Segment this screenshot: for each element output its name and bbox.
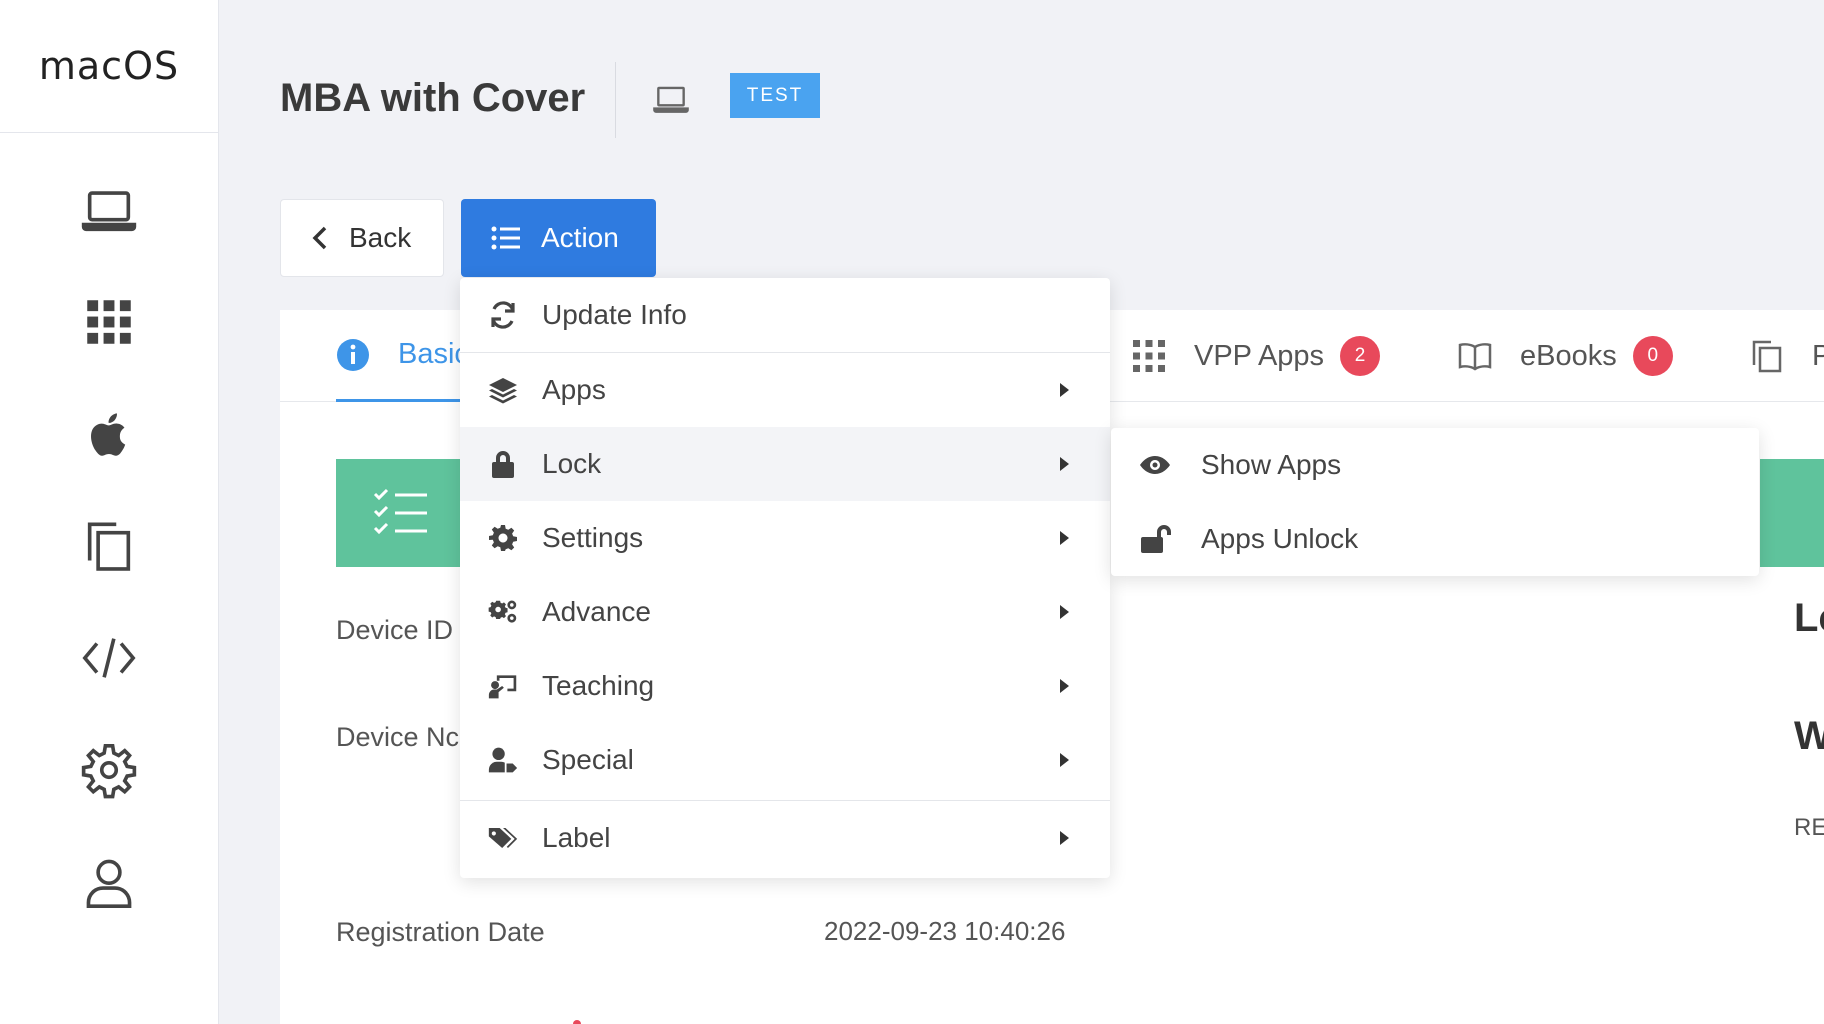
registration-date-label: Registration Date — [336, 917, 545, 947]
tags-icon — [488, 828, 518, 848]
menu-item-label-tags[interactable]: Label — [460, 801, 1110, 875]
caret-right-icon — [1060, 753, 1069, 767]
user-icon — [86, 859, 132, 908]
submenu-item-apps-unlock[interactable]: Apps Unlock — [1111, 502, 1759, 576]
right-value-partial: W — [1794, 714, 1824, 758]
menu-item-update-info[interactable]: Update Info — [460, 278, 1110, 352]
apple-icon — [91, 413, 126, 456]
caret-right-icon — [1060, 531, 1069, 545]
status-dot — [573, 1020, 581, 1024]
book-icon — [1458, 343, 1492, 371]
sidebar-item-apple[interactable] — [72, 397, 146, 471]
copy-icon — [87, 522, 131, 571]
tab-next-label: P — [1812, 339, 1824, 372]
menu-item-special[interactable]: Special — [460, 723, 1110, 797]
menu-item-label: Apps — [542, 374, 606, 405]
sidebar-item-users[interactable] — [72, 845, 146, 919]
ebooks-count-badge: 0 — [1632, 336, 1673, 376]
eye-icon — [1140, 456, 1170, 474]
tab-ebooks-label: eBooks — [1520, 339, 1617, 372]
environment-badge: TEST — [730, 73, 820, 118]
menu-item-label: Update Info — [542, 299, 687, 330]
caret-right-icon — [1060, 831, 1069, 845]
menu-item-label: Advance — [542, 596, 651, 627]
unlock-icon — [1141, 525, 1171, 553]
gears-icon — [488, 600, 517, 623]
menu-item-label: Label — [542, 822, 611, 853]
menu-item-apps[interactable]: Apps — [460, 353, 1110, 427]
menu-item-lock[interactable]: Lock — [460, 427, 1110, 501]
status-card-right — [1760, 459, 1824, 567]
brand-title: macOS — [0, 0, 218, 133]
right-caption-partial: RE — [1794, 814, 1824, 841]
menu-item-label: Teaching — [542, 670, 655, 701]
tab-vpp-apps-label: VPP Apps — [1194, 339, 1325, 372]
registration-date-value: 2022-09-23 10:40:26 — [824, 916, 1066, 946]
chevron-left-icon — [312, 226, 327, 250]
layers-icon — [489, 378, 517, 404]
code-icon — [82, 638, 136, 678]
back-button-label: Back — [349, 222, 412, 253]
action-button[interactable]: Action — [461, 199, 656, 277]
device-id-label: Device ID — [336, 615, 454, 645]
caret-right-icon — [1060, 679, 1069, 693]
user-tag-icon — [488, 747, 518, 773]
header-divider — [615, 62, 616, 138]
checklist-icon — [373, 488, 427, 535]
laptop-icon — [653, 86, 689, 113]
sidebar-item-apps[interactable] — [72, 285, 146, 359]
copy-icon — [1752, 340, 1782, 373]
lock-icon — [492, 451, 514, 478]
device-name-label: Device Nc — [336, 722, 460, 752]
sidebar-item-scripts[interactable] — [72, 621, 146, 695]
tab-next[interactable]: P — [1750, 310, 1824, 402]
teacher-icon — [488, 675, 517, 699]
sidebar-item-documents[interactable] — [72, 509, 146, 583]
lock-submenu: Show Apps Apps Unlock — [1111, 428, 1759, 576]
submenu-item-label: Apps Unlock — [1201, 523, 1359, 554]
back-button[interactable]: Back — [280, 199, 444, 277]
tab-basic-label: Basic — [398, 338, 469, 370]
sidebar-item-devices[interactable] — [72, 173, 146, 247]
tab-ebooks[interactable]: eBooks 0 — [1458, 310, 1673, 402]
menu-item-label: Special — [542, 744, 634, 775]
apps-grid-icon — [87, 300, 131, 344]
menu-item-label: Lock — [542, 448, 602, 479]
action-menu: Update Info Apps Lock Settings Advance T… — [460, 278, 1110, 878]
submenu-item-label: Show Apps — [1201, 449, 1342, 480]
vpp-apps-count-badge: 2 — [1340, 336, 1381, 376]
menu-item-settings[interactable]: Settings — [460, 501, 1110, 575]
caret-right-icon — [1060, 457, 1069, 471]
gear-icon — [489, 525, 517, 551]
sidebar-item-settings[interactable] — [72, 733, 146, 807]
apps-grid-icon — [1133, 340, 1165, 372]
menu-item-teaching[interactable]: Teaching — [460, 649, 1110, 723]
list-icon — [491, 226, 520, 250]
menu-item-advance[interactable]: Advance — [460, 575, 1110, 649]
laptop-icon — [81, 191, 137, 232]
tab-vpp-apps[interactable]: VPP Apps 2 — [1132, 310, 1381, 402]
caret-right-icon — [1060, 605, 1069, 619]
gear-icon — [81, 744, 137, 799]
action-button-label: Action — [541, 222, 619, 253]
menu-item-label: Settings — [542, 522, 644, 553]
right-heading-partial: Lc — [1794, 596, 1824, 640]
refresh-icon — [491, 301, 515, 329]
page-title: MBA with Cover — [280, 76, 586, 120]
sidebar: macOS — [0, 0, 219, 1024]
submenu-item-show-apps[interactable]: Show Apps — [1111, 428, 1759, 502]
status-card — [336, 459, 466, 567]
info-icon — [337, 338, 369, 371]
caret-right-icon — [1060, 383, 1069, 397]
